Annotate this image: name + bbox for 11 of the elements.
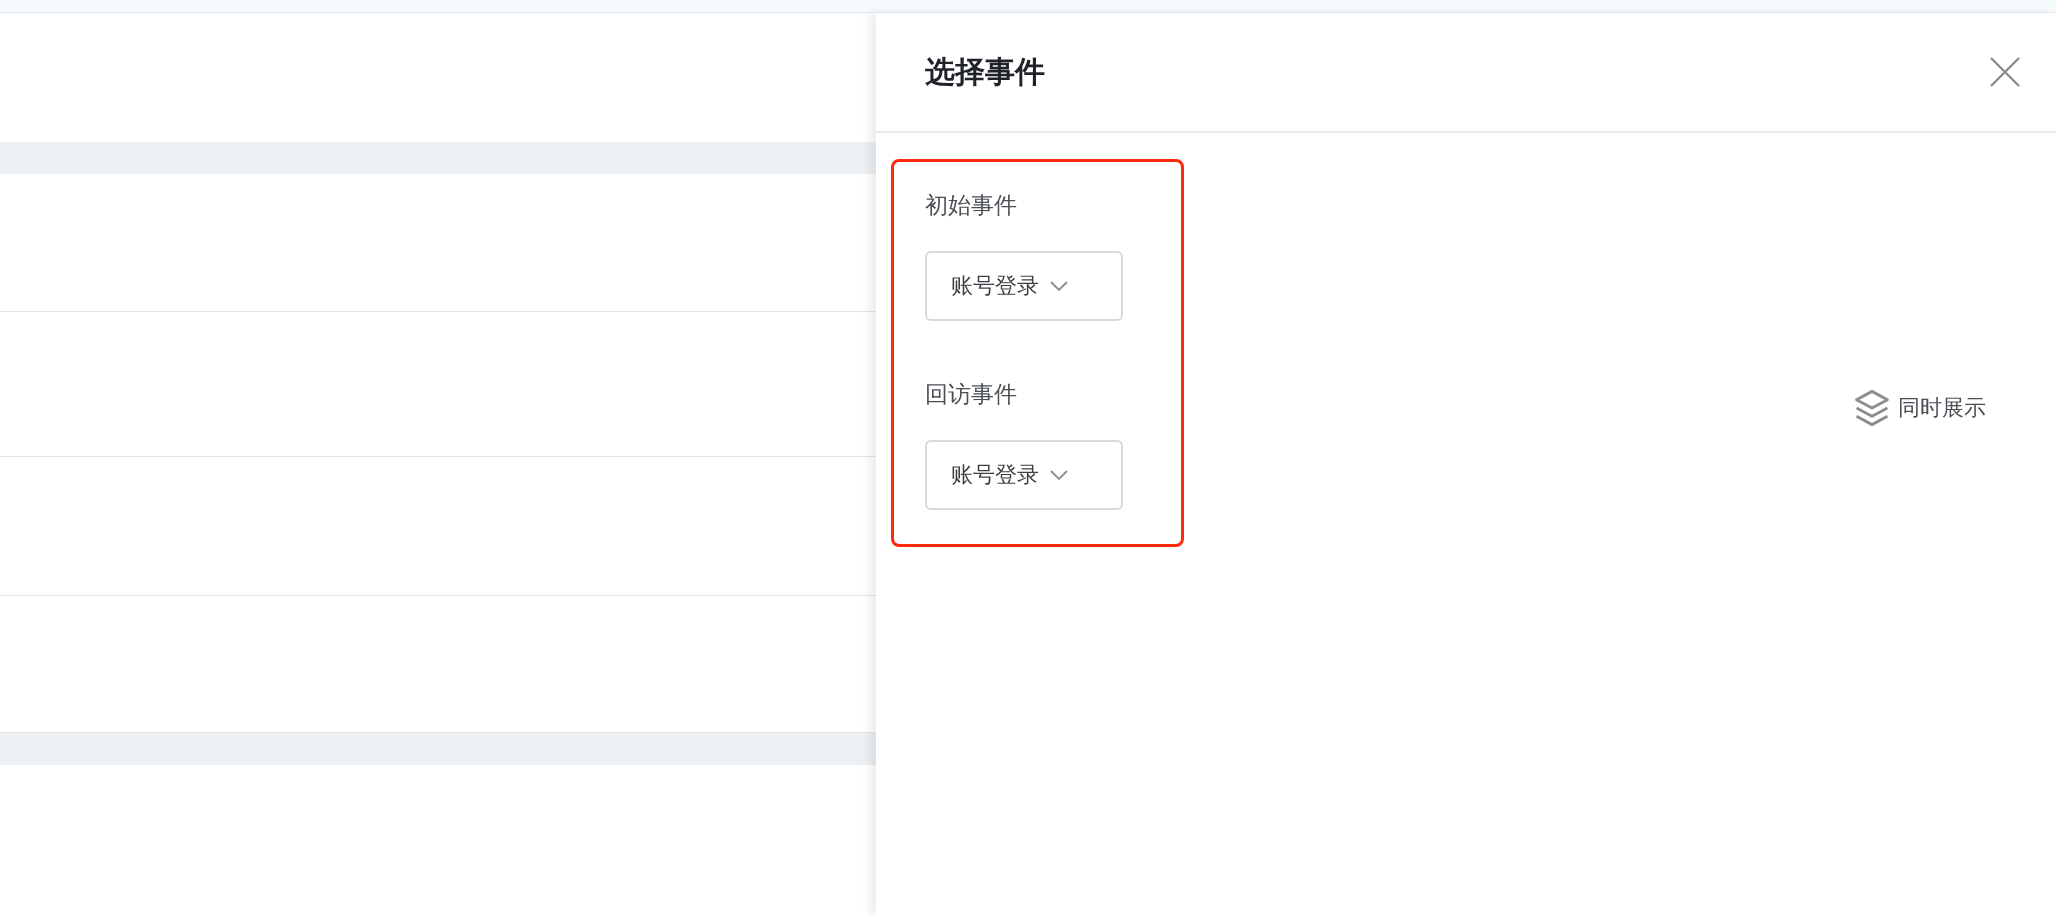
event-select[interactable]: 账号登录 <box>925 251 1123 321</box>
show-together-button[interactable]: 同时展示 <box>1854 389 1986 427</box>
event-select[interactable]: 账号登录 <box>925 440 1123 510</box>
close-icon <box>1988 55 2022 89</box>
close-button[interactable] <box>1988 55 2022 89</box>
layers-icon <box>1854 389 1890 427</box>
drawer-title: 选择事件 <box>925 52 1045 91</box>
chevron-down-icon <box>1049 280 1069 292</box>
field-label: 初始事件 <box>925 191 1018 220</box>
chevron-down-icon <box>1049 469 1069 481</box>
field-label: 回访事件 <box>925 380 1018 409</box>
